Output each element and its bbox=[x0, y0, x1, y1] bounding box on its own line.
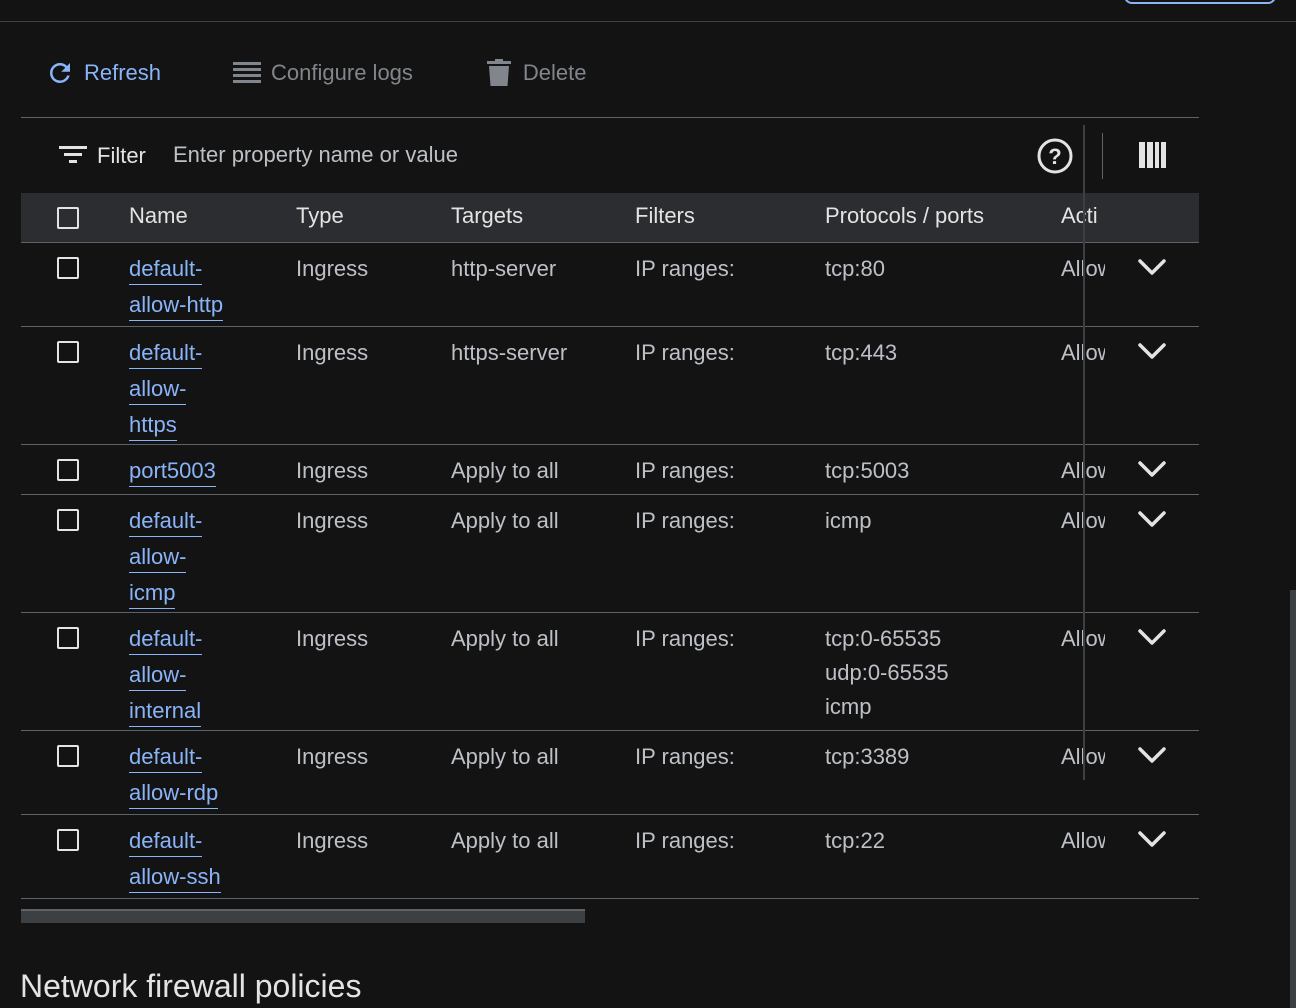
table-row: default-allow-icmp Ingress Apply to all IP … bbox=[21, 495, 1199, 613]
chevron-down-icon bbox=[1138, 629, 1166, 645]
refresh-icon bbox=[44, 57, 76, 89]
rule-name-link[interactable]: default-allow-rdp bbox=[129, 740, 259, 812]
row-checkbox[interactable] bbox=[57, 341, 79, 363]
rule-filters: IP ranges: bbox=[635, 508, 735, 533]
rule-name-link[interactable]: default-allow-icmp bbox=[129, 504, 259, 612]
rule-filters: IP ranges: bbox=[635, 340, 735, 365]
top-divider bbox=[0, 21, 1296, 22]
rule-type: Ingress bbox=[296, 256, 369, 281]
row-checkbox[interactable] bbox=[57, 459, 79, 481]
rule-targets: Apply to all bbox=[451, 626, 559, 651]
filter-bar: Filter ? bbox=[21, 118, 1199, 193]
rule-name-link[interactable]: default-allow-internal bbox=[129, 622, 259, 730]
expand-row-button[interactable] bbox=[1137, 828, 1167, 850]
rule-filters: IP ranges: bbox=[635, 828, 735, 853]
rule-protocols-ports: tcp:0-65535 udp:0-65535 icmp bbox=[825, 626, 949, 719]
rule-targets: Apply to all bbox=[451, 508, 559, 533]
rule-name-link[interactable]: default-allow-ssh bbox=[129, 824, 259, 896]
expand-row-button[interactable] bbox=[1137, 744, 1167, 766]
rule-type: Ingress bbox=[296, 340, 369, 365]
expand-row-button[interactable] bbox=[1137, 626, 1167, 648]
firewall-rules-page: Refresh Configure logs Delete Filter ? bbox=[0, 0, 1296, 1008]
rule-type: Ingress bbox=[296, 508, 369, 533]
rule-protocols-ports: icmp bbox=[825, 508, 872, 533]
table-row: port5003 Ingress Apply to all IP ranges: tcp… bbox=[21, 445, 1199, 495]
row-checkbox[interactable] bbox=[57, 257, 79, 279]
rule-name-link[interactable]: default-allow-https bbox=[129, 336, 259, 444]
rule-targets: Apply to all bbox=[451, 828, 559, 853]
column-header-filters[interactable]: Filters bbox=[635, 203, 695, 229]
rule-protocols-ports: tcp:443 bbox=[825, 340, 898, 365]
table-row: default-allow-internal Ingress Apply to al… bbox=[21, 613, 1199, 731]
delete-label: Delete bbox=[522, 60, 587, 85]
refresh-label: Refresh bbox=[84, 60, 162, 85]
horizontal-scrollbar[interactable] bbox=[21, 909, 585, 923]
rule-name-link[interactable]: default-allow-http bbox=[129, 252, 259, 324]
toolbar: Refresh Configure logs Delete bbox=[44, 54, 587, 92]
expand-row-button[interactable] bbox=[1137, 508, 1167, 530]
rule-name-link[interactable]: port5003 bbox=[129, 454, 259, 490]
table-row: default-allow-rdp Ingress Apply to all IP r… bbox=[21, 731, 1199, 815]
rule-type: Ingress bbox=[296, 458, 369, 483]
table-row: default-allow-ssh Ingress Apply to all IP r… bbox=[21, 815, 1199, 899]
rule-type: Ingress bbox=[296, 828, 369, 853]
column-display-icon[interactable] bbox=[1137, 140, 1167, 175]
help-icon[interactable]: ? bbox=[1036, 137, 1074, 180]
rule-type: Ingress bbox=[296, 744, 369, 769]
section-title: Network firewall policies bbox=[20, 968, 362, 1004]
column-header-protocols-ports[interactable]: Protocols / ports bbox=[825, 203, 984, 229]
table-header: Name Type Targets Filters Protocols / po… bbox=[21, 193, 1199, 243]
rule-protocols-ports: tcp:5003 bbox=[825, 458, 910, 483]
select-all-checkbox[interactable] bbox=[57, 207, 79, 229]
expand-row-button[interactable] bbox=[1137, 458, 1167, 480]
list-icon bbox=[231, 57, 263, 89]
rule-protocols-ports: tcp:22 bbox=[825, 828, 885, 853]
filter-input[interactable] bbox=[173, 140, 733, 170]
row-checkbox[interactable] bbox=[57, 745, 79, 767]
rule-targets: Apply to all bbox=[451, 458, 559, 483]
row-checkbox[interactable] bbox=[57, 829, 79, 851]
rule-targets: Apply to all bbox=[451, 744, 559, 769]
configure-logs-button[interactable]: Configure logs bbox=[231, 54, 413, 92]
rule-targets: http-server bbox=[451, 256, 557, 281]
trash-icon bbox=[483, 57, 515, 89]
rule-filters: IP ranges: bbox=[635, 458, 735, 483]
rule-filters: IP ranges: bbox=[635, 626, 735, 651]
row-checkbox[interactable] bbox=[57, 627, 79, 649]
chevron-down-icon bbox=[1138, 259, 1166, 275]
column-header-targets[interactable]: Targets bbox=[451, 203, 523, 229]
expand-row-button[interactable] bbox=[1137, 340, 1167, 362]
sticky-column-divider bbox=[1083, 125, 1085, 780]
refresh-button[interactable]: Refresh bbox=[44, 54, 161, 92]
chevron-down-icon bbox=[1138, 831, 1166, 847]
table-row: default-allow-https Ingress https-server IP… bbox=[21, 327, 1199, 445]
delete-button[interactable]: Delete bbox=[483, 54, 587, 92]
svg-text:?: ? bbox=[1048, 144, 1061, 169]
filter-label[interactable]: Filter bbox=[97, 143, 146, 169]
column-header-name[interactable]: Name bbox=[129, 203, 188, 229]
filter-divider bbox=[1102, 133, 1103, 179]
chevron-down-icon bbox=[1138, 461, 1166, 477]
table-row: default-allow-http Ingress http-server IP r… bbox=[21, 243, 1199, 327]
column-header-type[interactable]: Type bbox=[296, 203, 344, 229]
rule-protocols-ports: tcp:3389 bbox=[825, 744, 910, 769]
rule-protocols-ports: tcp:80 bbox=[825, 256, 885, 281]
top-action-button-edge[interactable] bbox=[1124, 0, 1276, 4]
rule-targets: https-server bbox=[451, 340, 568, 365]
filter-icon[interactable] bbox=[59, 144, 87, 171]
expand-row-button[interactable] bbox=[1137, 256, 1167, 278]
configure-logs-label: Configure logs bbox=[271, 60, 413, 85]
rule-filters: IP ranges: bbox=[635, 256, 735, 281]
chevron-down-icon bbox=[1138, 747, 1166, 763]
page-scrollbar[interactable] bbox=[1290, 590, 1296, 1008]
chevron-down-icon bbox=[1138, 343, 1166, 359]
rule-filters: IP ranges: bbox=[635, 744, 735, 769]
row-checkbox[interactable] bbox=[57, 509, 79, 531]
rule-type: Ingress bbox=[296, 626, 369, 651]
rule-action: Allow bbox=[1061, 828, 1105, 853]
chevron-down-icon bbox=[1138, 511, 1166, 527]
